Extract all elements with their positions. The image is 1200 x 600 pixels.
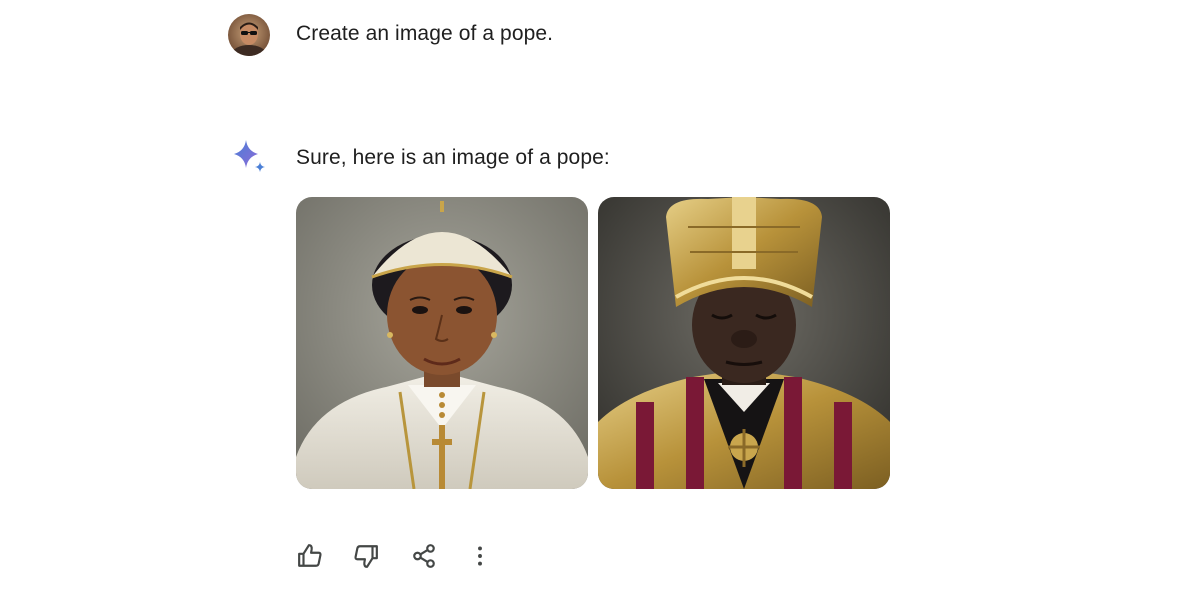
- more-vertical-icon: [478, 546, 482, 566]
- thumbs-down-icon: [354, 545, 378, 568]
- chat-conversation: Create an image of a pope. Sure, here is…: [0, 0, 1200, 600]
- thumbs-up-button[interactable]: [294, 540, 326, 572]
- user-message-text: Create an image of a pope.: [296, 22, 554, 45]
- assistant-message-text: Sure, here is an image of a pope:: [296, 146, 610, 169]
- thumbs-up-icon: [298, 544, 322, 567]
- thumbs-down-button[interactable]: [350, 540, 382, 572]
- more-options-button[interactable]: [464, 540, 496, 572]
- share-icon: [413, 544, 435, 568]
- gemini-sparkle-icon: [230, 138, 270, 178]
- generated-image-2[interactable]: [598, 197, 890, 489]
- share-button[interactable]: [408, 540, 440, 572]
- generated-image-1[interactable]: [296, 197, 588, 489]
- user-avatar[interactable]: [228, 14, 270, 56]
